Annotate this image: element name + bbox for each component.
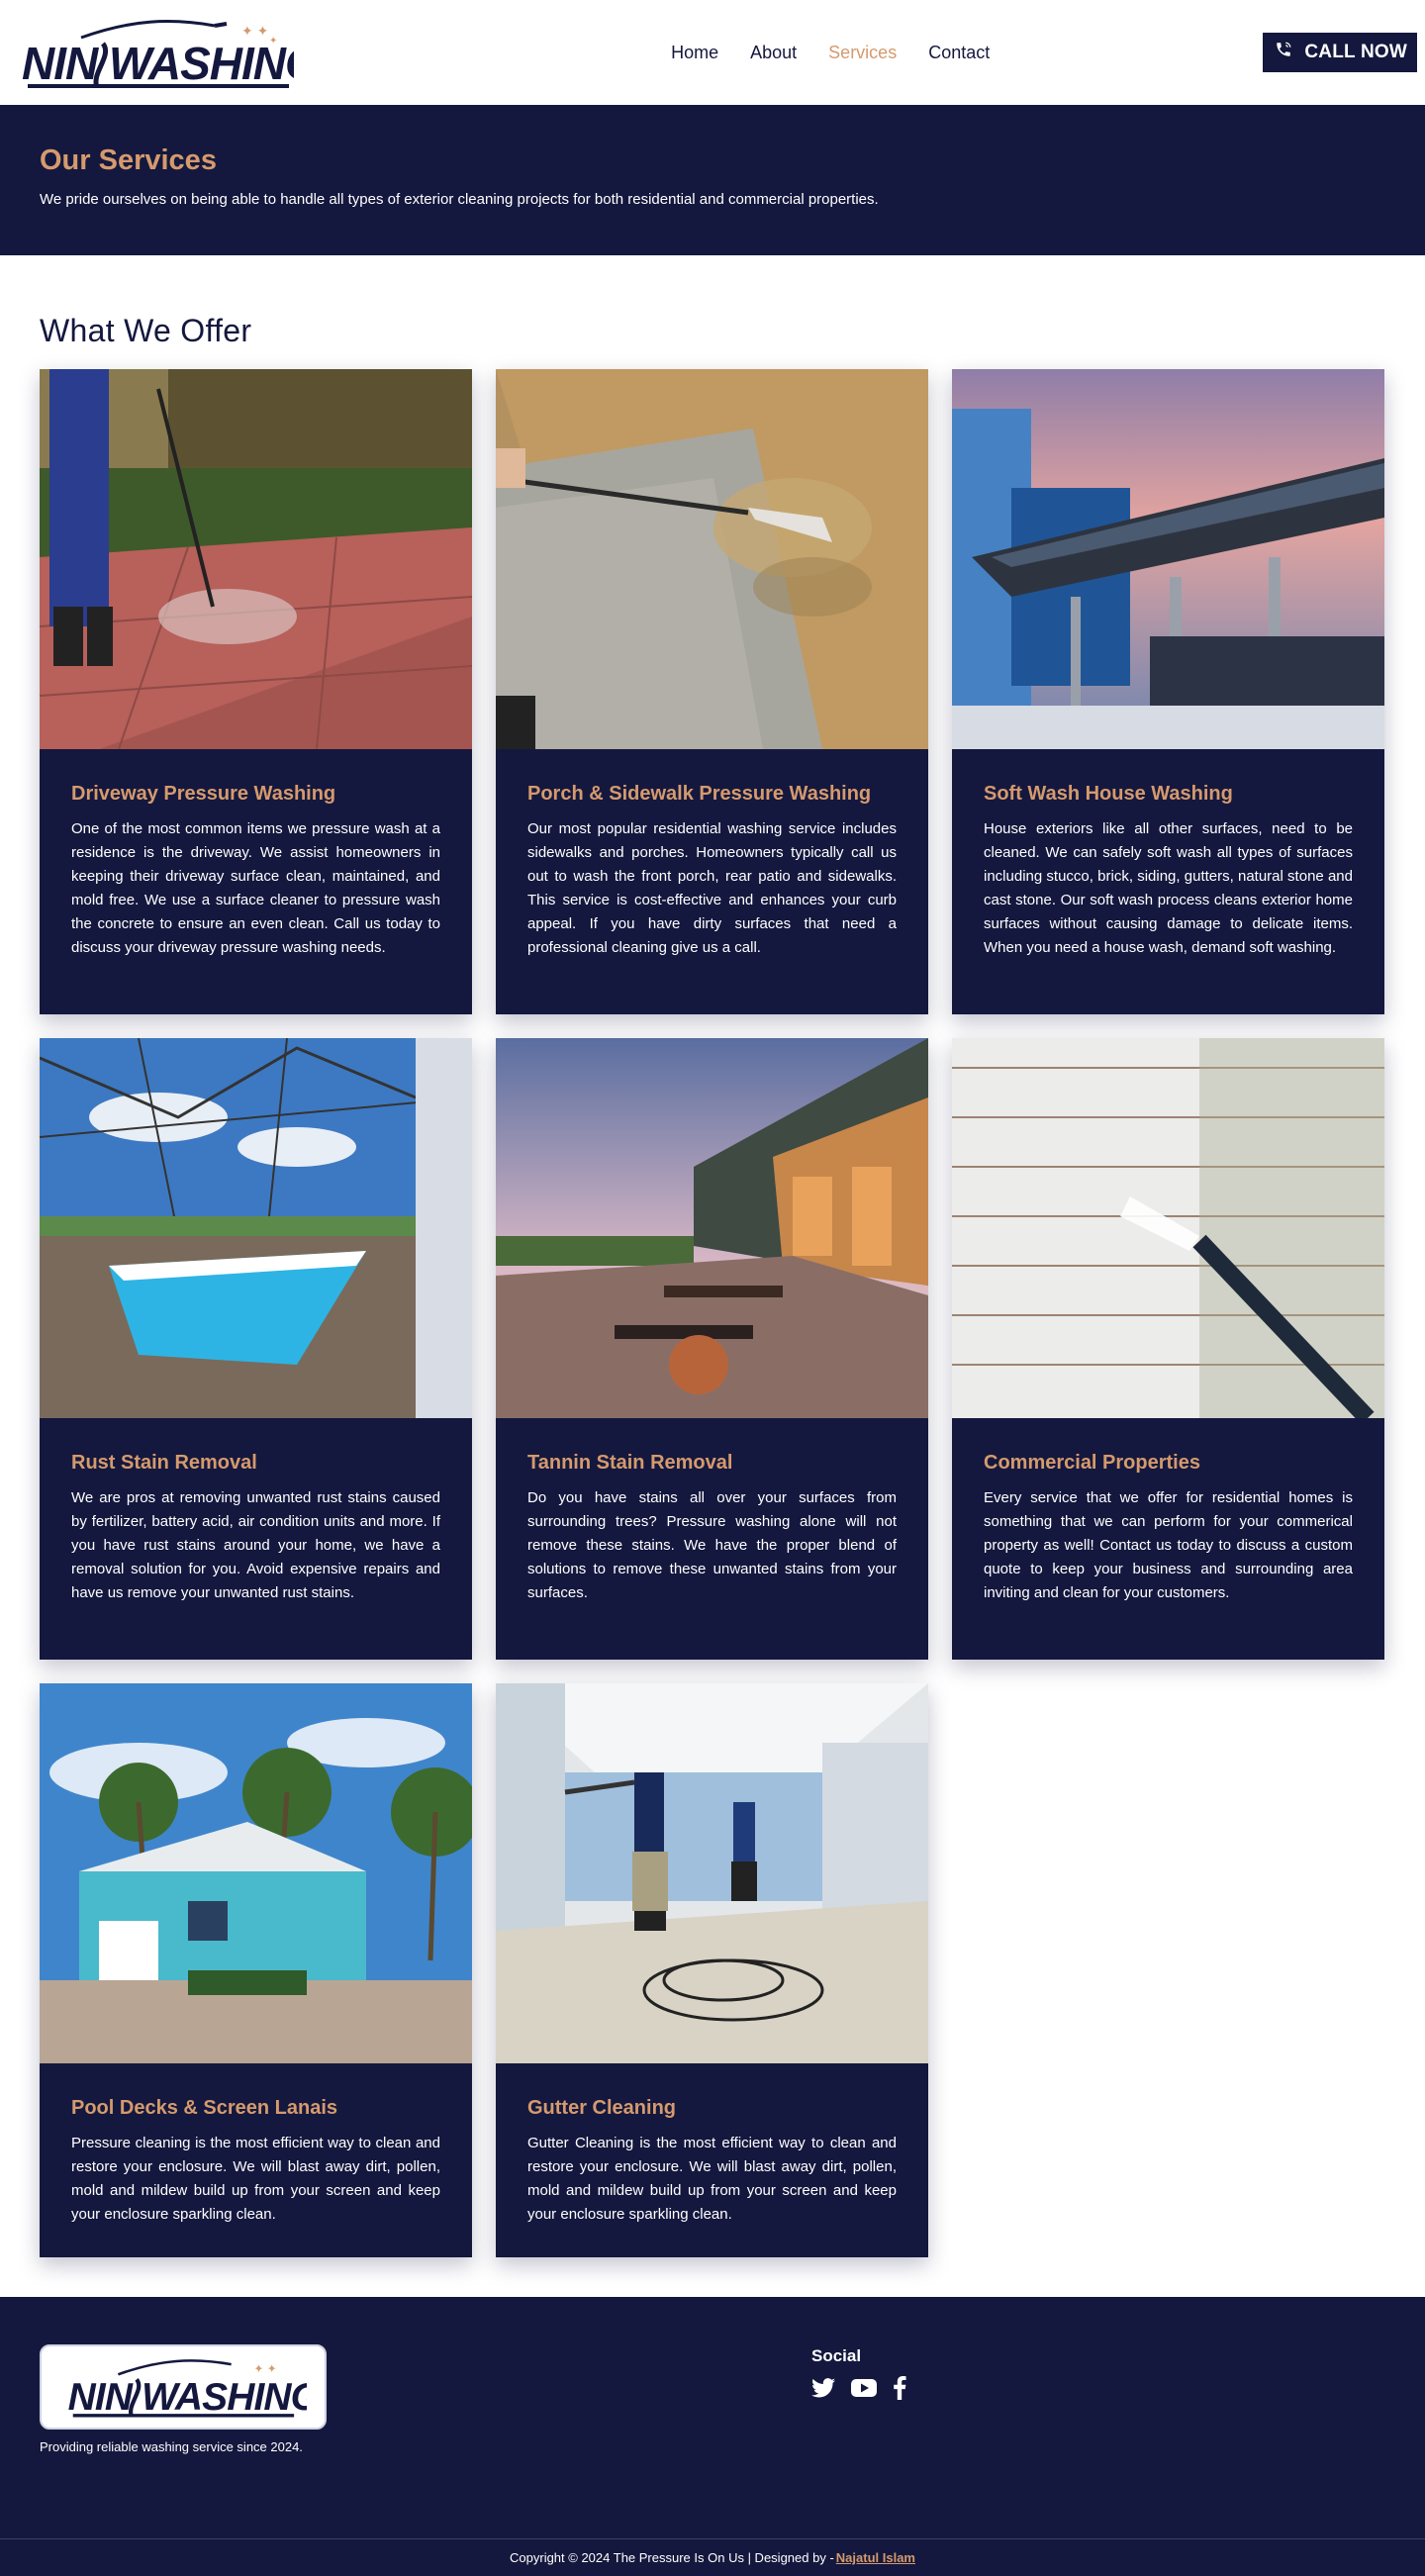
nav-services-link[interactable]: Services bbox=[828, 43, 897, 63]
driveway-washing-image bbox=[40, 369, 472, 749]
svg-text:✦ ✦: ✦ ✦ bbox=[241, 23, 269, 39]
social-heading: Social bbox=[811, 2346, 862, 2365]
call-now-button[interactable]: CALL NOW bbox=[1263, 33, 1417, 72]
youtube-icon[interactable] bbox=[851, 2378, 877, 2403]
svg-text:NIN: NIN bbox=[22, 38, 99, 89]
service-description: One of the most common items we pressure… bbox=[71, 820, 440, 956]
svg-text:WASHING: WASHING bbox=[142, 2376, 307, 2419]
svg-text:WASHING: WASHING bbox=[109, 38, 294, 89]
svg-text:✦: ✦ bbox=[269, 36, 277, 47]
site-header: NIN WASHING ✦ ✦ ✦ Home About Services Co… bbox=[0, 0, 1425, 105]
service-card-body: Porch & Sidewalk Pressure Washing Our mo… bbox=[496, 749, 928, 1014]
soft-wash-image bbox=[952, 369, 1384, 749]
brand-logo[interactable]: NIN WASHING ✦ ✦ ✦ bbox=[22, 13, 319, 92]
page-subtitle: We pride ourselves on being able to hand… bbox=[40, 191, 879, 208]
porch-washing-image bbox=[496, 369, 928, 749]
designer-link[interactable]: Najatul Islam bbox=[836, 2550, 915, 2565]
service-title: Pool Decks & Screen Lanais bbox=[71, 2097, 338, 2119]
page-title: Our Services bbox=[40, 144, 217, 176]
nav-home-link[interactable]: Home bbox=[671, 43, 718, 63]
service-card-pool-decks: Pool Decks & Screen Lanais Pressure clea… bbox=[40, 1683, 472, 2257]
call-now-label: CALL NOW bbox=[1304, 42, 1407, 62]
site-footer: NIN WASHING ✦ ✦ Providing reliable washi… bbox=[0, 2297, 1425, 2576]
service-card-driveway: Driveway Pressure Washing One of the mos… bbox=[40, 369, 472, 1014]
footer-brand: NIN WASHING ✦ ✦ Providing reliable washi… bbox=[40, 2344, 327, 2454]
main-nav: Home About Services Contact bbox=[671, 43, 990, 63]
footer-top: NIN WASHING ✦ ✦ Providing reliable washi… bbox=[0, 2297, 1425, 2454]
nav-contact-link[interactable]: Contact bbox=[928, 43, 990, 63]
section-heading: What We Offer bbox=[40, 313, 252, 348]
service-card-gutter-cleaning: Gutter Cleaning Gutter Cleaning is the m… bbox=[496, 1683, 928, 2257]
service-description: We are pros at removing unwanted rust st… bbox=[71, 1489, 440, 1601]
service-title: Driveway Pressure Washing bbox=[71, 783, 336, 805]
copyright-bar: Copyright © 2024 The Pressure Is On Us |… bbox=[0, 2538, 1425, 2576]
service-card-body: Tannin Stain Removal Do you have stains … bbox=[496, 1418, 928, 1660]
svg-text:NIN: NIN bbox=[68, 2376, 134, 2419]
gutter-cleaning-image bbox=[496, 1683, 928, 2063]
nav-about-link[interactable]: About bbox=[750, 43, 797, 63]
footer-tagline: Providing reliable washing service since… bbox=[40, 2439, 303, 2454]
service-description: Gutter Cleaning is the most efficient wa… bbox=[527, 2135, 897, 2223]
service-card-porch-sidewalk: Porch & Sidewalk Pressure Washing Our mo… bbox=[496, 369, 928, 1014]
service-title: Commercial Properties bbox=[984, 1452, 1200, 1474]
service-card-rust-stain: Rust Stain Removal We are pros at removi… bbox=[40, 1038, 472, 1660]
footer-logo[interactable]: NIN WASHING ✦ ✦ bbox=[40, 2344, 327, 2430]
service-description: Every service that we offer for resident… bbox=[984, 1489, 1353, 1601]
twitter-icon[interactable] bbox=[811, 2377, 835, 2404]
facebook-icon[interactable] bbox=[893, 2376, 906, 2405]
social-icons bbox=[811, 2376, 906, 2405]
service-description: Our most popular residential washing ser… bbox=[527, 820, 897, 956]
what-we-offer-section: What We Offer Driveway Pressure Washing … bbox=[0, 255, 1425, 2257]
service-description: Pressure cleaning is the most efficient … bbox=[71, 2135, 440, 2223]
service-title: Soft Wash House Washing bbox=[984, 783, 1233, 805]
service-card-body: Commercial Properties Every service that… bbox=[952, 1418, 1384, 1660]
service-card-body: Rust Stain Removal We are pros at removi… bbox=[40, 1418, 472, 1660]
service-card-body: Driveway Pressure Washing One of the mos… bbox=[40, 749, 472, 1014]
social-section: Social bbox=[811, 2346, 906, 2454]
service-description: House exteriors like all other surfaces,… bbox=[984, 820, 1353, 956]
service-title: Tannin Stain Removal bbox=[527, 1452, 733, 1474]
service-title: Rust Stain Removal bbox=[71, 1452, 257, 1474]
service-title: Porch & Sidewalk Pressure Washing bbox=[527, 783, 872, 805]
service-description: Do you have stains all over your surface… bbox=[527, 1489, 897, 1601]
service-card-tannin-stain: Tannin Stain Removal Do you have stains … bbox=[496, 1038, 928, 1660]
phone-icon bbox=[1275, 41, 1292, 64]
tannin-removal-image bbox=[496, 1038, 928, 1418]
copyright-text: Copyright © 2024 The Pressure Is On Us |… bbox=[510, 2550, 834, 2565]
service-card-body: Soft Wash House Washing House exteriors … bbox=[952, 749, 1384, 1014]
service-card-soft-wash: Soft Wash House Washing House exteriors … bbox=[952, 369, 1384, 1014]
rust-removal-image bbox=[40, 1038, 472, 1418]
service-card-commercial: Commercial Properties Every service that… bbox=[952, 1038, 1384, 1660]
service-title: Gutter Cleaning bbox=[527, 2097, 677, 2119]
svg-text:✦ ✦: ✦ ✦ bbox=[254, 2362, 277, 2376]
service-card-body: Pool Decks & Screen Lanais Pressure clea… bbox=[40, 2063, 472, 2257]
pool-decks-image bbox=[40, 1683, 472, 2063]
service-card-body: Gutter Cleaning Gutter Cleaning is the m… bbox=[496, 2063, 928, 2257]
services-hero: Our Services We pride ourselves on being… bbox=[0, 105, 1425, 255]
services-grid: Driveway Pressure Washing One of the mos… bbox=[40, 369, 1385, 2257]
commercial-properties-image bbox=[952, 1038, 1384, 1418]
